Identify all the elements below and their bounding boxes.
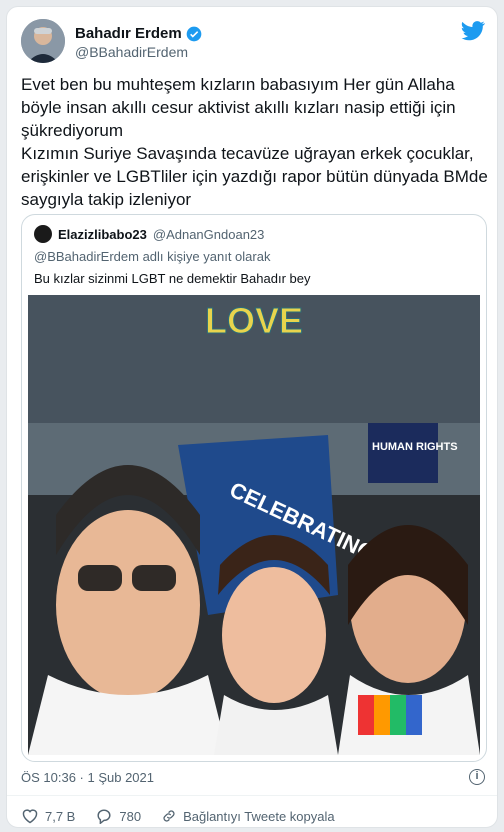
quoted-author-avatar[interactable] bbox=[34, 225, 52, 243]
tweet-card: Bahadır Erdem @BBahadirErdem Evet ben bu… bbox=[6, 6, 498, 828]
author-name[interactable]: Bahadır Erdem bbox=[75, 25, 202, 42]
reply-count: 780 bbox=[119, 808, 142, 824]
twitter-bird-icon[interactable] bbox=[461, 21, 485, 41]
quoted-tweet[interactable]: Elazizlibabo23 @AdnanGndoan23 @BBahadirE… bbox=[21, 214, 487, 762]
tweet-paragraph-1: Evet ben bu muhteşem kızların babasıyım … bbox=[21, 75, 456, 140]
tweet-actions: 7,7 B 780 Bağlantıyı Tweete kopyala bbox=[21, 808, 345, 824]
reply-bubble-icon bbox=[97, 809, 111, 824]
info-icon[interactable]: i bbox=[469, 769, 485, 785]
copy-link-label: Bağlantıyı Tweete kopyala bbox=[183, 808, 335, 824]
copy-link-button[interactable]: Bağlantıyı Tweete kopyala bbox=[161, 808, 335, 824]
quoted-reply-context: @BBahadirErdem adlı kişiye yanıt olarak bbox=[34, 249, 271, 264]
photo-banner-text: LOVE bbox=[205, 300, 303, 341]
link-icon bbox=[163, 810, 175, 822]
heart-icon bbox=[22, 809, 38, 824]
quoted-tweet-header: Elazizlibabo23 @AdnanGndoan23 bbox=[34, 225, 264, 243]
tweet-timestamp[interactable]: ÖS 10:36 · 1 Şub 2021 bbox=[21, 770, 154, 785]
author-handle[interactable]: @BBahadirErdem bbox=[75, 44, 188, 60]
verified-badge-icon bbox=[186, 26, 202, 41]
photo-sign-right-text: HUMAN RIGHTS bbox=[372, 441, 458, 453]
tweet-paragraph-2: Kızımın Suriye Savaşında tecavüze uğraya… bbox=[21, 144, 488, 209]
author-name-text[interactable]: Bahadır Erdem bbox=[75, 25, 182, 42]
author-avatar[interactable] bbox=[21, 19, 65, 63]
quoted-author-handle[interactable]: @AdnanGndoan23 bbox=[153, 227, 265, 242]
quoted-author-name[interactable]: Elazizlibabo23 bbox=[58, 227, 147, 242]
like-count: 7,7 B bbox=[45, 808, 76, 824]
tweet-text: Evet ben bu muhteşem kızların babasıyım … bbox=[21, 73, 491, 211]
reply-button[interactable]: 780 bbox=[95, 808, 141, 824]
divider bbox=[7, 795, 497, 796]
like-button[interactable]: 7,7 B bbox=[21, 808, 75, 824]
quoted-tweet-photo[interactable]: LOVE CELEBRATING PRIDE HUMAN RIGHTS bbox=[28, 295, 480, 755]
quoted-tweet-text: Bu kızlar sizinmi LGBT ne demektir Bahad… bbox=[34, 271, 311, 286]
